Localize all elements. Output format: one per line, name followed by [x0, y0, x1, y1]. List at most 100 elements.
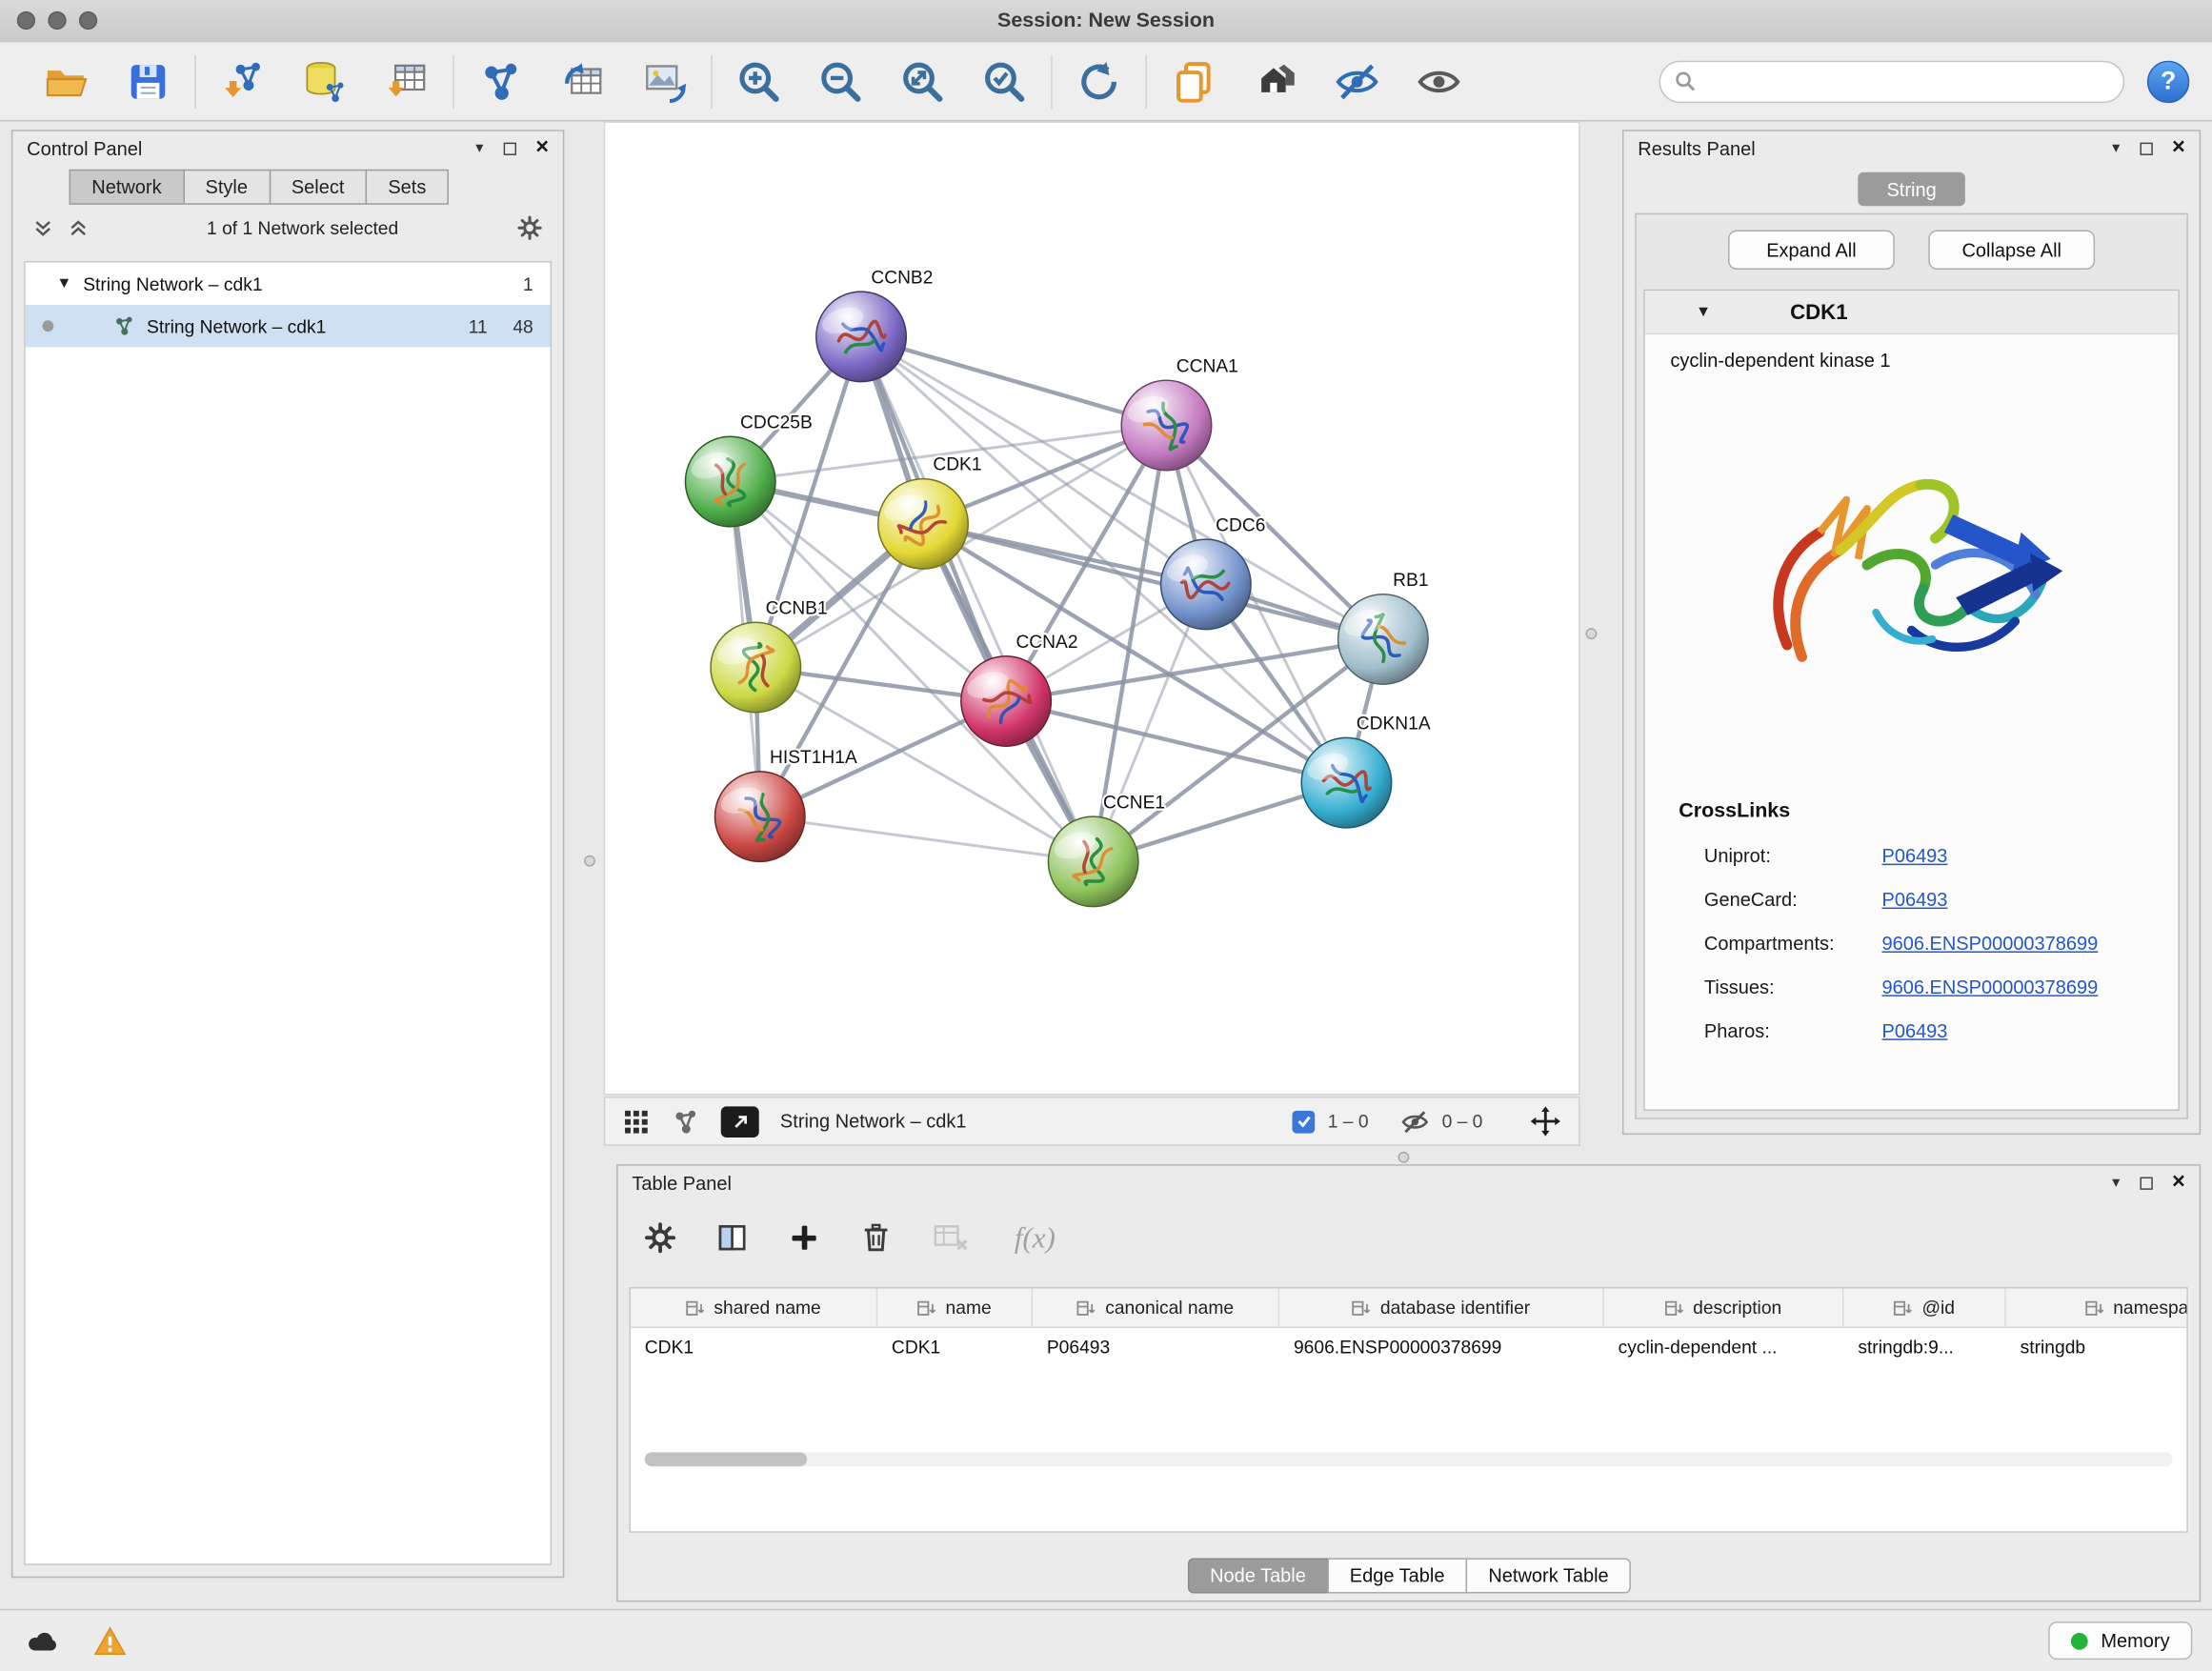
tab-style[interactable]: Style	[183, 170, 271, 205]
network-node-CDC6[interactable]: CDC6	[1161, 515, 1266, 629]
column-header-database-identifier[interactable]: database identifier	[1279, 1289, 1604, 1327]
column-header--id[interactable]: @id	[1844, 1289, 2006, 1327]
column-header-name[interactable]: name	[877, 1289, 1033, 1327]
zoom-window-button[interactable]	[79, 11, 97, 30]
float-panel-icon[interactable]: ▾	[2112, 1175, 2120, 1190]
search-input[interactable]	[1705, 70, 2109, 93]
help-button[interactable]: ?	[2147, 60, 2189, 102]
show-all-icon[interactable]	[1417, 58, 1461, 103]
collapse-caret-icon[interactable]: ▼	[56, 275, 71, 292]
crosslink-link[interactable]: P06493	[1881, 845, 1947, 866]
maximize-panel-icon[interactable]	[2140, 142, 2152, 154]
import-network-icon[interactable]	[220, 58, 265, 103]
table-cell[interactable]: P06493	[1033, 1328, 1279, 1365]
save-session-icon[interactable]	[126, 58, 171, 103]
search-box[interactable]	[1659, 60, 2125, 102]
table-cell[interactable]: 9606.ENSP00000378699	[1279, 1328, 1604, 1365]
home-icon[interactable]	[1253, 58, 1297, 103]
column-header-namespace[interactable]: namespace	[2006, 1289, 2188, 1327]
network-node-HIST1H1A[interactable]: HIST1H1A	[714, 748, 856, 861]
table-options-gear-icon[interactable]	[643, 1220, 677, 1255]
new-network-icon[interactable]	[478, 58, 523, 103]
add-column-icon[interactable]	[787, 1220, 821, 1255]
export-image-icon[interactable]	[642, 58, 687, 103]
table-horizontal-scrollbar[interactable]	[645, 1452, 2173, 1466]
collapse-section-icon[interactable]: ▼	[1696, 304, 1711, 321]
zoom-in-icon[interactable]	[736, 58, 781, 103]
warning-icon[interactable]	[93, 1623, 128, 1658]
network-collection-row[interactable]: ▼ String Network – cdk1 1	[26, 263, 551, 305]
tab-select[interactable]: Select	[269, 170, 367, 205]
grid-icon[interactable]	[622, 1107, 651, 1136]
show-columns-icon[interactable]	[715, 1220, 750, 1255]
close-panel-icon[interactable]: ×	[535, 137, 549, 160]
tab-network-table[interactable]: Network Table	[1466, 1558, 1632, 1593]
network-node-CCNA1[interactable]: CCNA1	[1121, 356, 1238, 470]
expand-all-icon[interactable]	[68, 216, 89, 237]
apply-layout-icon[interactable]	[1076, 58, 1121, 103]
network-node-CCNB2[interactable]: CCNB2	[816, 268, 934, 381]
crosslink-link[interactable]: P06493	[1881, 1020, 1947, 1041]
import-table-icon[interactable]	[384, 58, 429, 103]
close-window-button[interactable]	[17, 11, 35, 30]
memory-button[interactable]: Memory	[2049, 1621, 2193, 1660]
gene-section-header[interactable]: ▼ CDK1	[1645, 291, 2179, 334]
import-network-database-icon[interactable]	[302, 58, 347, 103]
collapse-all-icon[interactable]	[32, 216, 53, 237]
cloud-icon[interactable]	[26, 1623, 60, 1658]
network-edge[interactable]	[861, 336, 1094, 861]
share-network-icon[interactable]	[672, 1107, 700, 1136]
maximize-panel-icon[interactable]	[2140, 1177, 2152, 1189]
column-header-canonical-name[interactable]: canonical name	[1033, 1289, 1279, 1327]
crosslink-link[interactable]: P06493	[1881, 889, 1947, 910]
pan-tool-icon[interactable]	[1529, 1105, 1561, 1137]
close-panel-icon[interactable]: ×	[2172, 137, 2185, 160]
zoom-selected-icon[interactable]	[982, 58, 1027, 103]
right-splitter-handle[interactable]	[1586, 628, 1598, 639]
table-cell[interactable]: CDK1	[631, 1328, 877, 1365]
hidden-elements-icon[interactable]	[1401, 1107, 1430, 1136]
crosslink-link[interactable]: 9606.ENSP00000378699	[1881, 976, 2098, 997]
open-in-new-window-button[interactable]	[721, 1106, 759, 1137]
network-edge[interactable]	[760, 816, 1094, 861]
network-row[interactable]: String Network – cdk1 11 48	[26, 305, 551, 347]
bottom-splitter-handle[interactable]	[1398, 1152, 1410, 1163]
tab-edge-table[interactable]: Edge Table	[1327, 1558, 1467, 1593]
network-options-gear-icon[interactable]	[516, 213, 543, 240]
float-panel-icon[interactable]: ▾	[2112, 140, 2120, 155]
minimize-window-button[interactable]	[48, 11, 66, 30]
float-panel-icon[interactable]: ▾	[475, 140, 483, 155]
tab-network[interactable]: Network	[70, 170, 185, 205]
maximize-panel-icon[interactable]	[503, 142, 515, 154]
zoom-fit-icon[interactable]	[900, 58, 945, 103]
network-node-CDC25B[interactable]: CDC25B	[685, 413, 812, 526]
copy-icon[interactable]	[1171, 58, 1216, 103]
table-cell[interactable]: stringdb:9...	[1844, 1328, 2006, 1365]
column-header-shared-name[interactable]: shared name	[631, 1289, 877, 1327]
open-session-icon[interactable]	[44, 58, 89, 103]
zoom-out-icon[interactable]	[818, 58, 863, 103]
column-header-description[interactable]: description	[1604, 1289, 1844, 1327]
crosslink-link[interactable]: 9606.ENSP00000378699	[1881, 933, 2098, 954]
tab-string[interactable]: String	[1858, 172, 1965, 207]
selected-nodes-icon[interactable]	[1293, 1110, 1316, 1133]
network-from-table-icon[interactable]	[560, 58, 605, 103]
network-canvas[interactable]: CCNB2CCNA1CDC25BCDK1CDC6RB1CCNB1CCNA2CDK…	[604, 121, 1580, 1095]
scrollbar-thumb[interactable]	[645, 1452, 807, 1466]
close-panel-icon[interactable]: ×	[2172, 1172, 2185, 1195]
network-node-CCNA2[interactable]: CCNA2	[961, 633, 1078, 746]
table-row[interactable]: CDK1CDK1P064939606.ENSP00000378699cyclin…	[631, 1328, 2186, 1365]
network-node-RB1[interactable]: RB1	[1338, 571, 1429, 684]
table-cell[interactable]: stringdb	[2006, 1328, 2188, 1365]
expand-all-button[interactable]: Expand All	[1728, 230, 1895, 269]
network-node-CCNB1[interactable]: CCNB1	[711, 598, 828, 712]
table-cell[interactable]: CDK1	[877, 1328, 1033, 1365]
collapse-all-button[interactable]: Collapse All	[1928, 230, 2095, 269]
tab-sets[interactable]: Sets	[366, 170, 449, 205]
network-graph[interactable]: CCNB2CCNA1CDC25BCDK1CDC6RB1CCNB1CCNA2CDK…	[605, 123, 1579, 1094]
tab-node-table[interactable]: Node Table	[1187, 1558, 1328, 1593]
left-splitter-handle[interactable]	[584, 856, 595, 867]
hide-selected-icon[interactable]	[1335, 58, 1379, 103]
table-cell[interactable]: cyclin-dependent ...	[1604, 1328, 1844, 1365]
delete-column-icon[interactable]	[859, 1220, 894, 1255]
